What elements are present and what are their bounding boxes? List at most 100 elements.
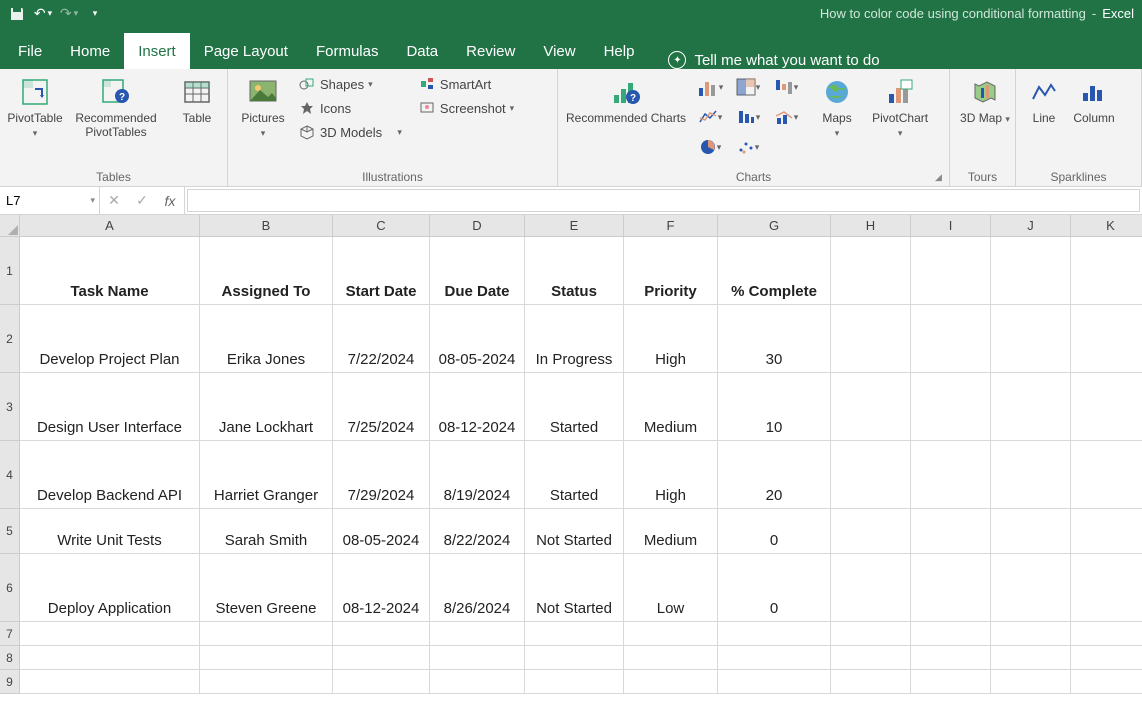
cell[interactable]: 08-12-2024	[430, 373, 525, 441]
shapes-button[interactable]: Shapes ▾	[296, 73, 404, 95]
cell[interactable]	[430, 646, 525, 670]
cell[interactable]	[1071, 646, 1142, 670]
cell[interactable]: Design User Interface	[20, 373, 200, 441]
cell[interactable]	[624, 646, 718, 670]
row-header[interactable]: 4	[0, 441, 20, 509]
cell[interactable]	[831, 670, 911, 694]
cell[interactable]: 10	[718, 373, 831, 441]
cell[interactable]: Not Started	[525, 554, 624, 622]
cell[interactable]	[1071, 237, 1142, 305]
row-header[interactable]: 5	[0, 509, 20, 554]
screenshot-button[interactable]: Screenshot ▾	[416, 97, 516, 119]
name-box[interactable]: L7	[0, 187, 100, 214]
cell[interactable]	[991, 670, 1071, 694]
row-header[interactable]: 8	[0, 646, 20, 670]
cell[interactable]	[831, 441, 911, 509]
cell[interactable]	[911, 441, 991, 509]
cell[interactable]: 08-05-2024	[430, 305, 525, 373]
cell[interactable]	[991, 305, 1071, 373]
tab-view[interactable]: View	[529, 33, 589, 69]
cell[interactable]: In Progress	[525, 305, 624, 373]
cell[interactable]: High	[624, 441, 718, 509]
cell[interactable]	[911, 646, 991, 670]
cell[interactable]	[1071, 670, 1142, 694]
column-header[interactable]: J	[991, 215, 1071, 237]
cell[interactable]	[831, 305, 911, 373]
icons-button[interactable]: Icons	[296, 97, 404, 119]
cell[interactable]: Write Unit Tests	[20, 509, 200, 554]
tab-help[interactable]: Help	[590, 33, 649, 69]
cell[interactable]: 0	[718, 554, 831, 622]
cell[interactable]: Steven Greene	[200, 554, 333, 622]
tab-review[interactable]: Review	[452, 33, 529, 69]
cell[interactable]: Develop Project Plan	[20, 305, 200, 373]
pictures-button[interactable]: Pictures▾	[234, 73, 292, 142]
column-header[interactable]: F	[624, 215, 718, 237]
row-header[interactable]: 9	[0, 670, 20, 694]
cell[interactable]	[831, 237, 911, 305]
tab-home[interactable]: Home	[56, 33, 124, 69]
cell[interactable]	[718, 646, 831, 670]
bar-chart-icon[interactable]: ▾	[692, 73, 728, 101]
sparkline-line-button[interactable]: Line	[1022, 73, 1066, 127]
column-header[interactable]: K	[1071, 215, 1142, 237]
cell[interactable]: 8/22/2024	[430, 509, 525, 554]
tab-formulas[interactable]: Formulas	[302, 33, 393, 69]
undo-icon[interactable]: ↶▾	[32, 3, 54, 25]
maps-button[interactable]: Maps▾	[808, 73, 866, 142]
cell[interactable]: 7/22/2024	[333, 305, 430, 373]
cell[interactable]	[430, 622, 525, 646]
cell[interactable]: 8/19/2024	[430, 441, 525, 509]
cell[interactable]: 7/29/2024	[333, 441, 430, 509]
cell[interactable]	[333, 670, 430, 694]
save-icon[interactable]	[6, 3, 28, 25]
sparkline-column-button[interactable]: Column	[1070, 73, 1118, 127]
tab-data[interactable]: Data	[392, 33, 452, 69]
cell[interactable]: 30	[718, 305, 831, 373]
pivottable-button[interactable]: PivotTable▾	[6, 73, 64, 142]
waterfall-chart-icon[interactable]: ▾	[768, 73, 804, 101]
charts-dialog-launcher[interactable]: ◢	[935, 172, 947, 184]
cell[interactable]	[991, 373, 1071, 441]
cell[interactable]	[333, 646, 430, 670]
cell[interactable]: 8/26/2024	[430, 554, 525, 622]
line-chart-icon[interactable]: ▾	[692, 103, 728, 131]
3d-models-button[interactable]: 3D Models ▾	[296, 121, 404, 143]
cell[interactable]: Assigned To	[200, 237, 333, 305]
tab-page-layout[interactable]: Page Layout	[190, 33, 302, 69]
cell[interactable]	[624, 670, 718, 694]
tab-insert[interactable]: Insert	[124, 33, 190, 69]
cell[interactable]	[991, 622, 1071, 646]
column-header[interactable]: H	[831, 215, 911, 237]
recommended-pivottables-button[interactable]: ? Recommended PivotTables	[68, 73, 164, 142]
cell[interactable]	[1071, 554, 1142, 622]
cell[interactable]: Low	[624, 554, 718, 622]
cell[interactable]	[20, 670, 200, 694]
column-header[interactable]: D	[430, 215, 525, 237]
cell[interactable]	[991, 509, 1071, 554]
cell[interactable]	[1071, 373, 1142, 441]
table-button[interactable]: Table	[168, 73, 226, 127]
cell[interactable]	[911, 237, 991, 305]
cell[interactable]: Started	[525, 441, 624, 509]
hierarchy-chart-icon[interactable]: ▾	[730, 73, 766, 101]
cell[interactable]	[911, 305, 991, 373]
cell[interactable]	[1071, 305, 1142, 373]
cell[interactable]	[525, 622, 624, 646]
fx-icon[interactable]: fx	[156, 193, 184, 209]
cell[interactable]: 0	[718, 509, 831, 554]
row-header[interactable]: 6	[0, 554, 20, 622]
cell[interactable]	[525, 670, 624, 694]
smartart-button[interactable]: SmartArt	[416, 73, 516, 95]
cell[interactable]	[831, 509, 911, 554]
column-header[interactable]: E	[525, 215, 624, 237]
row-header[interactable]: 7	[0, 622, 20, 646]
cell[interactable]	[911, 622, 991, 646]
formula-input[interactable]	[187, 189, 1140, 212]
cell[interactable]	[831, 554, 911, 622]
cell[interactable]: Develop Backend API	[20, 441, 200, 509]
recommended-charts-button[interactable]: ? Recommended Charts	[564, 73, 688, 127]
cell[interactable]: Status	[525, 237, 624, 305]
cell[interactable]: 20	[718, 441, 831, 509]
cell[interactable]	[991, 554, 1071, 622]
